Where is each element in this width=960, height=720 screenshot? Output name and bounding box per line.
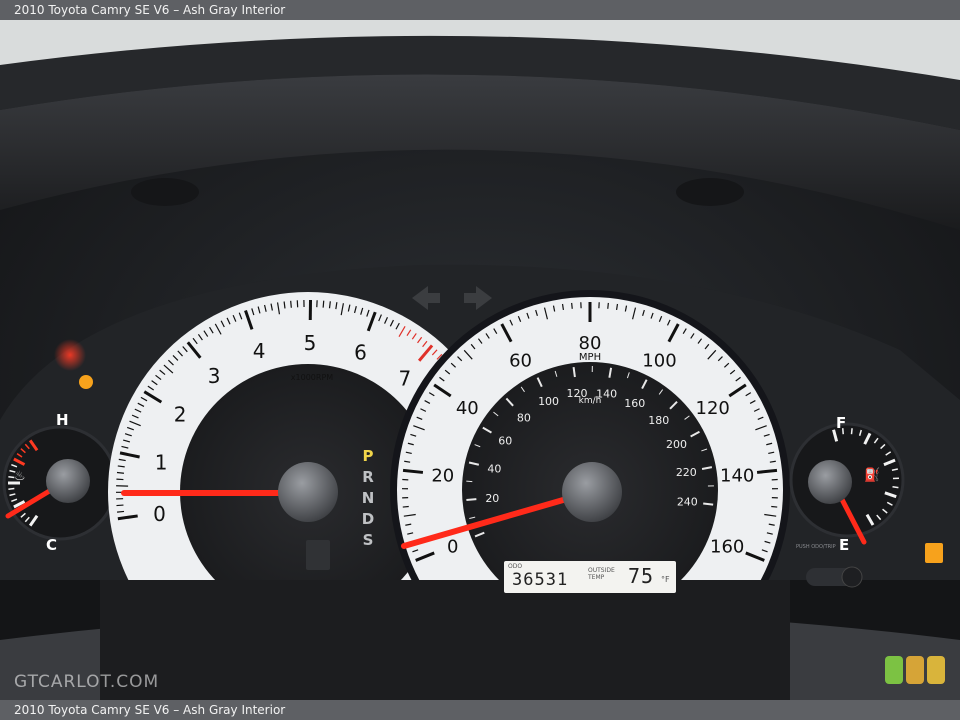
tachometer-tick bbox=[116, 510, 125, 513]
tachometer-label: 0 bbox=[153, 502, 166, 526]
kmh-label: 20 bbox=[485, 492, 499, 505]
tachometer-label: 3 bbox=[208, 364, 221, 388]
caption-bottom: 2010 Toyota Camry SE V6 – Ash Gray Inter… bbox=[0, 700, 960, 720]
tachometer-hub bbox=[278, 462, 338, 522]
speedometer: 020406080100120140160 20406080100120 1401… bbox=[390, 290, 790, 700]
gear-letter-r: R bbox=[362, 468, 374, 486]
caption-top: 2010 Toyota Camry SE V6 – Ash Gray Inter… bbox=[0, 0, 960, 20]
fuel-pump-icon: ⛽ bbox=[864, 467, 880, 483]
gauge-tick bbox=[850, 428, 853, 435]
mph-tick bbox=[607, 302, 609, 309]
mph-unit: MPH bbox=[579, 352, 601, 363]
mph-label: 60 bbox=[509, 350, 532, 371]
mph-label: 80 bbox=[579, 333, 602, 354]
tachometer-unit: x1000RPM bbox=[291, 373, 333, 382]
mph-tick bbox=[771, 505, 778, 508]
speedometer-hub bbox=[562, 462, 622, 522]
kmh-label: 80 bbox=[517, 412, 531, 425]
mph-label: 160 bbox=[710, 536, 744, 557]
kmh-tick bbox=[466, 498, 477, 501]
odometer-display: ODO 36531 OUTSIDE TEMP 75 °F bbox=[504, 561, 676, 593]
tachometer-label: 5 bbox=[304, 331, 317, 355]
kmh-label: 60 bbox=[498, 435, 512, 448]
kmh-unit: km/h bbox=[579, 396, 602, 406]
tachometer-tick bbox=[328, 301, 331, 309]
tachometer-label: 6 bbox=[354, 340, 367, 364]
watermark-square-green bbox=[885, 656, 903, 684]
temp-needle-hub bbox=[46, 459, 90, 503]
odometer-value: 36531 bbox=[512, 570, 569, 590]
warning-glow bbox=[54, 339, 86, 371]
tachometer-tick bbox=[290, 300, 292, 308]
watermark-logo bbox=[885, 656, 947, 686]
kmh-label: 220 bbox=[676, 466, 697, 479]
watermark-square-amber bbox=[906, 656, 924, 684]
kmh-label: 160 bbox=[624, 397, 645, 410]
outside-temp-unit: °F bbox=[661, 575, 670, 584]
low-fuel-warning-icon bbox=[925, 543, 943, 563]
kmh-label: 180 bbox=[648, 414, 669, 427]
gear-indicator-blank bbox=[306, 540, 330, 570]
gear-letter-p: P bbox=[363, 447, 374, 465]
mph-label: 0 bbox=[447, 536, 458, 557]
tachometer-label: 4 bbox=[253, 339, 266, 363]
gear-letter-n: N bbox=[362, 489, 375, 507]
visor-vent-left bbox=[131, 178, 199, 206]
outside-temp-label: OUTSIDE TEMP bbox=[588, 567, 615, 581]
mph-label: 140 bbox=[720, 466, 754, 487]
kmh-label: 100 bbox=[538, 395, 559, 408]
odo-trip-knob[interactable] bbox=[841, 566, 863, 588]
mph-label: 100 bbox=[642, 350, 676, 371]
mph-tick bbox=[402, 468, 424, 474]
mph-label: 20 bbox=[431, 466, 454, 487]
mph-label: 40 bbox=[456, 398, 479, 419]
gear-letter-s: S bbox=[363, 531, 374, 549]
mph-tick bbox=[756, 468, 778, 474]
visor-vent-right bbox=[676, 178, 744, 206]
gauge-tick bbox=[892, 486, 899, 489]
tachometer-label: 2 bbox=[174, 403, 187, 427]
kmh-label: 40 bbox=[487, 462, 501, 475]
push-odo-trip-label: PUSH ODO/TRIP bbox=[796, 544, 836, 550]
mph-tick bbox=[402, 505, 409, 508]
watermark-square-yellow bbox=[927, 656, 945, 684]
tachometer-label: 7 bbox=[399, 367, 412, 391]
mph-label: 120 bbox=[696, 398, 730, 419]
fuel-empty-label: E bbox=[839, 536, 849, 554]
gear-letter-d: D bbox=[362, 510, 374, 528]
mph-tick bbox=[571, 302, 573, 309]
odo-label: ODO bbox=[508, 563, 523, 570]
temp-hot-label: H bbox=[56, 411, 69, 429]
fuel-needle-hub bbox=[808, 460, 852, 504]
tachometer-tick bbox=[322, 300, 325, 308]
kmh-label: 240 bbox=[677, 496, 698, 509]
tachometer-label: 1 bbox=[155, 450, 168, 474]
instrument-cluster-photo: H C ♨ 012345678 x1000RPM PRNDS 0 bbox=[0, 20, 960, 700]
kmh-label: 200 bbox=[666, 438, 687, 451]
gauge-tick bbox=[8, 487, 15, 490]
gear-indicator: PRNDS bbox=[362, 447, 375, 549]
tachometer-tick bbox=[116, 471, 125, 474]
kmh-tick bbox=[703, 502, 714, 506]
outside-temp-value: 75 bbox=[628, 564, 655, 588]
kmh-tick bbox=[572, 366, 576, 378]
coolant-icon: ♨ bbox=[14, 469, 26, 484]
seatbelt-warning-icon bbox=[79, 375, 93, 389]
temp-cold-label: C bbox=[46, 536, 57, 554]
fuel-full-label: F bbox=[836, 414, 846, 432]
watermark-text: GTCARLOT.COM bbox=[14, 672, 160, 692]
